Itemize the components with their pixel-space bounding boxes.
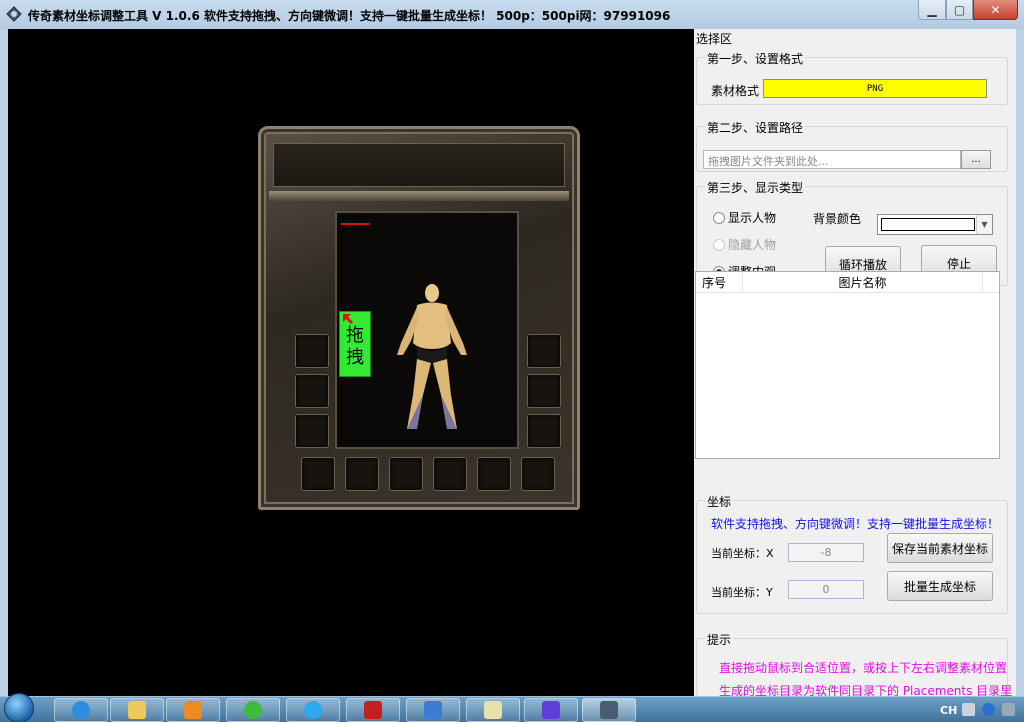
title-bar[interactable]: 传奇素材坐标调整工具 V 1.0.6 软件支持拖拽、方向键微调！支持一键批量生成… (0, 0, 1024, 29)
notepad-icon (484, 701, 502, 719)
minimize-button[interactable]: ▁ (918, 0, 946, 20)
equip-slot (477, 457, 511, 491)
settings-icon[interactable] (1002, 703, 1015, 716)
character-figure (397, 284, 467, 429)
taskbar-item-ftp[interactable] (346, 698, 400, 722)
equip-slot (527, 414, 561, 448)
radio-show-character[interactable]: 显示人物 (713, 209, 776, 226)
format-label: 素材格式 (711, 84, 760, 98)
taskbar-item-cloud[interactable] (286, 698, 340, 722)
browser-icon (244, 701, 262, 719)
cloud-icon (304, 701, 322, 719)
help-icon[interactable] (982, 703, 995, 716)
taskbar-item-browser[interactable] (226, 698, 280, 722)
x-label: 当前坐标：X (711, 547, 774, 560)
step1-label: 第一步、设置格式 (705, 50, 806, 67)
step2-label: 第二步、设置路径 (705, 119, 806, 136)
keyboard-icon[interactable] (962, 703, 975, 716)
equip-slot (389, 457, 423, 491)
maximize-button[interactable]: ▢ (946, 0, 973, 20)
drag-handle[interactable]: 拖 拽 (339, 311, 371, 377)
equip-slot (433, 457, 467, 491)
equip-slot (301, 457, 335, 491)
radio-show-label: 显示人物 (728, 211, 777, 225)
red-marker (341, 223, 369, 225)
window-title: 传奇素材坐标调整工具 V 1.0.6 软件支持拖拽、方向键微调！支持一键批量生成… (28, 9, 671, 23)
taskbar-item-coord-tool[interactable] (582, 698, 636, 722)
close-button[interactable]: ✕ (973, 0, 1018, 20)
app-window: 传奇素材坐标调整工具 V 1.0.6 软件支持拖拽、方向键微调！支持一键批量生成… (0, 0, 1024, 698)
panel-title: 选择区 (696, 32, 733, 46)
bg-color-label: 背景颜色 (813, 212, 862, 226)
taskbar: CH (0, 693, 1024, 722)
filezilla-icon (364, 701, 382, 719)
radio-hide-character[interactable]: 隐藏人物 (713, 236, 776, 253)
radio-dot (713, 238, 725, 251)
browse-button[interactable]: ... (961, 150, 991, 169)
frame-header (273, 143, 565, 187)
folder-icon (128, 701, 146, 719)
taskbar-item-media[interactable] (166, 698, 220, 722)
maximize-icon: ▢ (953, 2, 966, 17)
taskbar-item-app[interactable] (524, 698, 578, 722)
arrow-icon (343, 314, 353, 324)
batch-generate-button[interactable]: 批量生成坐标 (887, 571, 993, 601)
ie-icon (72, 701, 90, 719)
col-index[interactable]: 序号 (696, 272, 743, 293)
chevron-down-icon: ▼ (976, 215, 992, 234)
taskbar-item-ie[interactable] (54, 698, 108, 722)
equip-slot (295, 334, 329, 368)
network-icon (424, 701, 442, 719)
tip-line-1: 直接拖动鼠标到合适位置，或按上下左右调整素材位置 (719, 661, 1008, 675)
equip-slot (527, 334, 561, 368)
media-player-icon (184, 701, 202, 719)
frame-divider (269, 191, 569, 201)
taskbar-item-notepad[interactable] (466, 698, 520, 722)
tips-label: 提示 (705, 631, 734, 648)
equip-slot (295, 374, 329, 408)
app-icon (600, 701, 618, 719)
radio-hide-label: 隐藏人物 (728, 238, 777, 252)
coords-group: 坐标 软件支持拖拽、方向键微调！支持一键批量生成坐标！ 当前坐标：X -8 当前… (696, 493, 1008, 614)
drag-label-2: 拽 (346, 347, 364, 368)
coords-label: 坐标 (705, 493, 734, 510)
coords-hint: 软件支持拖拽、方向键微调！支持一键批量生成坐标！ (711, 517, 1000, 531)
image-list[interactable]: 序号 图片名称 (695, 271, 1000, 459)
start-button[interactable] (4, 693, 34, 722)
taskbar-item-explorer[interactable] (110, 698, 164, 722)
format-select[interactable]: PNG (763, 79, 987, 98)
minimize-icon: ▁ (927, 2, 937, 17)
app-icon (6, 6, 22, 22)
list-header: 序号 图片名称 (696, 272, 999, 293)
x-input[interactable]: -8 (788, 543, 864, 562)
col-filler (983, 272, 999, 293)
y-input[interactable]: 0 (788, 580, 864, 599)
app-shortcut-icon (542, 701, 560, 719)
close-icon: ✕ (990, 2, 1001, 17)
language-indicator[interactable]: CH (940, 704, 957, 717)
tips-group: 提示 直接拖动鼠标到合适位置，或按上下左右调整素材位置 生成的坐标目录为软件同目… (696, 631, 1012, 698)
equip-slot (295, 414, 329, 448)
drag-label-1: 拖 (346, 325, 364, 346)
equip-slot (521, 457, 555, 491)
equip-slot (527, 374, 561, 408)
path-input[interactable]: 拖拽图片文件夹到此处... (703, 150, 961, 169)
preview-canvas[interactable]: 拖 拽 (8, 29, 694, 696)
y-label: 当前坐标：Y (711, 586, 773, 599)
step3-label: 第三步、显示类型 (705, 179, 806, 196)
step2-group: 第二步、设置路径 拖拽图片文件夹到此处... ... (696, 119, 1008, 172)
step1-group: 第一步、设置格式 素材格式 PNG (696, 50, 1008, 105)
col-name[interactable]: 图片名称 (743, 272, 983, 293)
radio-dot (713, 211, 725, 224)
taskbar-item-network[interactable] (406, 698, 460, 722)
save-coord-button[interactable]: 保存当前素材坐标 (887, 533, 993, 563)
game-inventory-frame (258, 126, 580, 510)
bg-color-select[interactable]: ▼ (877, 214, 993, 235)
color-swatch (881, 218, 975, 231)
equip-slot (345, 457, 379, 491)
